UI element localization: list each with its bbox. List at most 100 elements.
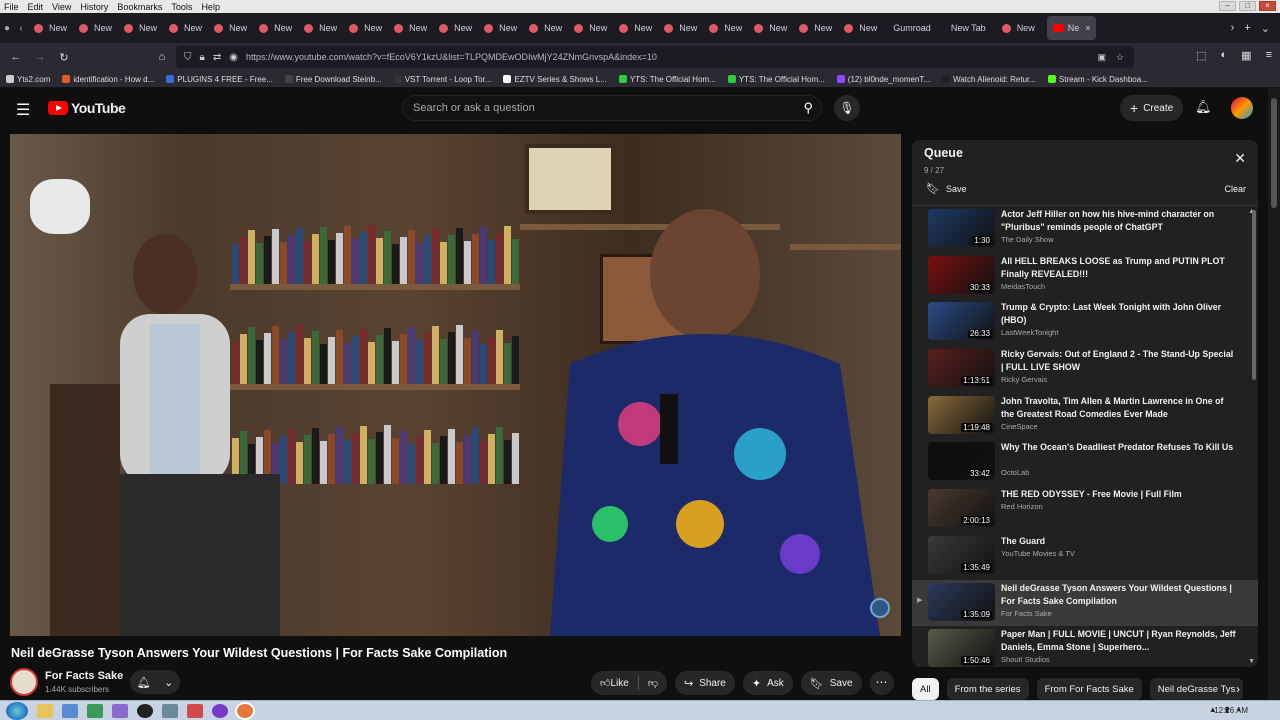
menu-view[interactable]: View [52,2,71,12]
app-icon[interactable] [87,703,103,718]
tab-new[interactable]: New [163,13,208,43]
app-icon[interactable] [162,703,178,718]
queue-item-thumbnail[interactable]: 1:35:09 [928,582,995,621]
permissions-icon[interactable]: ⇄ [213,52,221,63]
firefox-taskbar-icon[interactable] [235,701,255,720]
bookmark-item[interactable]: identification - How d... [62,75,154,84]
tab-new[interactable]: New [253,13,298,43]
save-button[interactable]: 🔖︎ Save [800,671,862,695]
menu-history[interactable]: History [80,2,108,12]
queue-item[interactable]: 1:35:49 The Guard YouTube Movies & TV [912,533,1258,580]
menu-help[interactable]: Help [201,2,220,12]
reload-icon[interactable]: ↻ [52,51,76,64]
subscribe-notification-button[interactable]: 🔔︎ ⌄ [130,670,180,694]
forward-icon[interactable]: → [28,51,52,63]
queue-item-thumbnail[interactable]: 2:00:13 [928,489,995,528]
account-icon[interactable]: ◐ [1221,49,1228,62]
queue-clear-button[interactable]: Clear [1224,184,1246,194]
tab-new[interactable]: New [658,13,703,43]
firefox-view-icon[interactable]: ● [0,23,14,34]
site-info-icon[interactable]: ◉ [229,52,238,63]
url-bar[interactable]: ⛉ 🔒︎ ⇄ ◉ https://www.youtube.com/watch?v… [176,46,1134,68]
queue-item[interactable]: 1:30 Actor Jeff Hiller on how his hive-mi… [912,206,1258,253]
queue-scrollbar[interactable] [1252,210,1256,380]
bookmark-item[interactable]: YTS: The Official Hom... [618,75,716,84]
queue-save-button[interactable]: 🔖︎ Save [926,182,966,195]
video-player[interactable] [10,134,901,636]
page-scrollbar-thumb[interactable] [1271,98,1277,208]
tab-new[interactable]: New [996,13,1041,43]
close-tab-icon[interactable]: × [1085,23,1090,33]
bookmark-item[interactable]: YTS: The Official Hom... [727,75,825,84]
queue-item-thumbnail[interactable]: 33:42 [928,442,995,481]
app-icon[interactable] [137,703,153,718]
start-button[interactable] [6,701,28,720]
bookmark-item[interactable]: EZTV Series & Shows L... [503,75,607,84]
queue-item-thumbnail[interactable]: 30:33 [928,255,995,294]
menu-tools[interactable]: Tools [171,2,192,12]
bookmark-item[interactable]: Yts2.com [6,75,50,84]
queue-item-thumbnail[interactable]: 1:19:48 [928,395,995,434]
channel-name[interactable]: For Facts Sake [45,670,123,682]
taskbar-clock[interactable]: 12:26 AM [1214,706,1248,715]
queue-item[interactable]: 1:19:48 John Travolta, Tim Allen & Martin… [912,393,1258,440]
search-icon[interactable]: ⚲ [803,100,813,116]
menu-edit[interactable]: Edit [28,2,44,12]
tab-new[interactable]: New [343,13,388,43]
ask-button[interactable]: ✦ Ask [742,671,793,695]
tab-new[interactable]: New [28,13,73,43]
back-icon[interactable]: ← [4,51,28,63]
tab-new[interactable]: New [433,13,478,43]
queue-item-thumbnail[interactable]: 26:33 [928,302,995,341]
bookmark-item[interactable]: Free Download Steinb... [284,75,382,84]
filter-chip[interactable]: Neil deGrasse Tys [1149,678,1244,700]
app-icon[interactable] [62,703,78,718]
notifications-bell-icon[interactable]: 🔔︎ [1195,99,1212,115]
filter-chip[interactable]: All [912,678,939,700]
app-icon[interactable] [112,703,128,718]
reader-view-icon[interactable]: ▣ [1097,52,1106,63]
bookmark-item[interactable]: Watch Alienoid: Retur... [942,75,1036,84]
like-button[interactable]: 👍︎ Like [591,671,638,695]
queue-item[interactable]: 30:33 All HELL BREAKS LOOSE as Trump and … [912,253,1258,300]
queue-item-thumbnail[interactable]: 1:13:51 [928,349,995,388]
tab-new[interactable]: New [118,13,163,43]
bookmark-item[interactable]: PLUGINS 4 FREE - Free... [166,75,273,84]
bookmark-item[interactable]: VST Torrent - Loop Tor... [393,75,491,84]
tab-new-tab[interactable]: New Tab [941,13,996,43]
tab-gumroad[interactable]: Gumroad [883,13,941,43]
menu-bookmarks[interactable]: Bookmarks [117,2,162,12]
menu-hamburger-icon[interactable]: ☰ [16,100,30,120]
menu-file[interactable]: File [4,2,19,12]
queue-item[interactable]: 33:42 Why The Ocean's Deadliest Predator … [912,439,1258,486]
queue-item[interactable]: 1:50:46 Paper Man | FULL MOVIE | UNCUT | … [912,626,1258,667]
tab-active-youtube[interactable]: Ne × [1046,16,1097,40]
tab-new[interactable]: New [838,13,883,43]
queue-item-thumbnail[interactable]: 1:30 [928,209,995,247]
minimize-button[interactable]: – [1219,1,1236,11]
extensions-icon[interactable]: ⬚ [1196,49,1206,62]
app-icon[interactable] [212,703,228,718]
close-queue-icon[interactable]: ✕ [1234,150,1246,167]
queue-item[interactable]: 26:33 Trump & Crypto: Last Week Tonight w… [912,299,1258,346]
create-button[interactable]: + Create [1120,95,1184,121]
tab-new[interactable]: New [73,13,118,43]
window-close-button[interactable]: × [1259,1,1276,11]
lock-icon[interactable]: 🔒︎ [200,52,205,63]
new-tab-icon[interactable]: + [1244,22,1250,35]
queue-item-thumbnail[interactable]: 1:35:49 [928,535,995,574]
bookmark-item[interactable]: Stream - Kick Dashboa... [1047,75,1148,84]
more-actions-icon[interactable]: ⋯ [869,671,894,695]
list-all-tabs-icon[interactable]: ⌄ [1261,22,1270,35]
search-input[interactable]: Search or ask a question ⚲ [402,95,822,121]
bookmark-star-icon[interactable]: ☆ [1116,52,1124,63]
tab-new[interactable]: New [298,13,343,43]
tab-new[interactable]: New [613,13,658,43]
share-button[interactable]: ↪ Share [674,671,735,695]
queue-item-thumbnail[interactable]: 1:50:46 [928,629,995,667]
channel-watermark-icon[interactable] [870,598,890,618]
tab-new[interactable]: New [208,13,253,43]
bookmark-item[interactable]: (12) bl0nde_momenT... [836,75,930,84]
queue-item[interactable]: ▶ 1:35:09 Neil deGrasse Tyson Answers Your… [912,579,1258,627]
tabs-scroll-right-icon[interactable]: › [1231,22,1235,35]
